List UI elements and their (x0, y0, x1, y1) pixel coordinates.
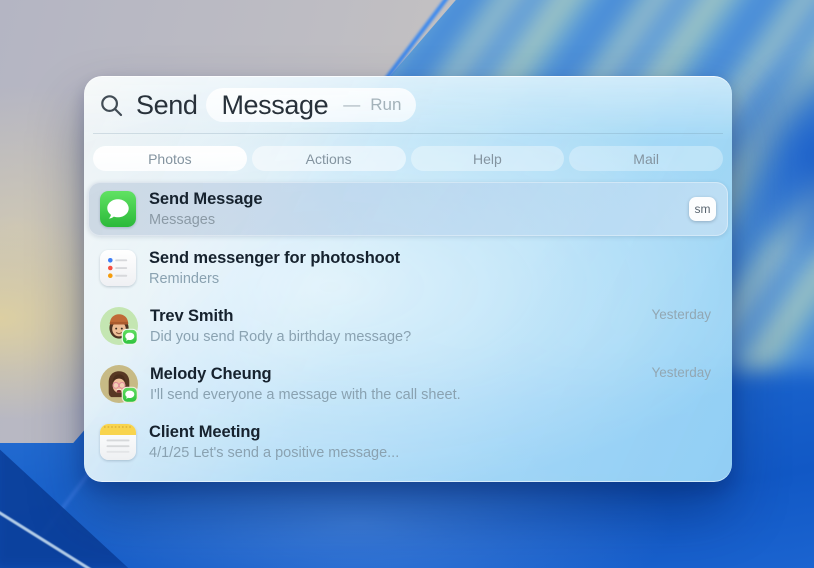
search-completion-pill[interactable]: Message — Run (206, 88, 417, 122)
shortcut-badge: sm (689, 197, 716, 221)
messages-badge (121, 386, 138, 403)
completion-separator: — (343, 95, 361, 114)
result-row-trev-smith[interactable]: Trev Smith Did you send Rody a birthday … (88, 297, 728, 355)
result-text: Send messenger for photoshoot Reminders (149, 248, 400, 289)
filter-chip-mail[interactable]: Mail (569, 146, 723, 171)
reminders-app-icon (100, 250, 136, 286)
result-row-reminder[interactable]: Send messenger for photoshoot Reminders (88, 239, 728, 297)
result-subtitle: Reminders (149, 270, 220, 287)
filter-chip-actions[interactable]: Actions (251, 146, 406, 171)
spotlight-panel: Send Message — Run Photos Actions Help M… (84, 76, 732, 482)
notes-app-icon (100, 424, 136, 460)
result-subtitle: Messages (149, 211, 216, 228)
completion-text: Message (221, 89, 329, 120)
contact-avatar-melody (100, 365, 138, 403)
messages-app-icon (100, 191, 136, 227)
magnifier-icon (101, 94, 123, 116)
result-text: Send Message Messages (149, 189, 263, 230)
result-text: Trev Smith Did you send Rody a birthday … (150, 306, 411, 347)
result-title: Client Meeting (149, 422, 261, 441)
result-title: Trev Smith (150, 306, 234, 325)
result-text: Melody Cheung I'll send everyone a messa… (150, 364, 461, 405)
result-subtitle: I'll send everyone a message with the ca… (150, 386, 461, 403)
result-title: Send messenger for photoshoot (149, 248, 401, 267)
filter-chip-photos[interactable]: Photos (93, 146, 247, 171)
search-results-list: Send Message Messages sm Send messenger … (88, 182, 728, 471)
search-input[interactable]: Send Message — Run (97, 85, 719, 125)
result-title: Melody Cheung (150, 364, 272, 383)
result-title: Send Message (149, 189, 263, 208)
messages-badge (121, 328, 138, 345)
contact-avatar-trev (100, 307, 138, 345)
result-text: Client Meeting 4/1/25 Let's send a posit… (149, 422, 399, 463)
result-row-send-message[interactable]: Send Message Messages sm (88, 182, 728, 236)
result-row-melody-cheung[interactable]: Melody Cheung I'll send everyone a messa… (88, 355, 728, 413)
result-subtitle: Did you send Rody a birthday message? (150, 328, 412, 345)
search-divider (93, 133, 723, 134)
search-query-text[interactable]: Send (136, 90, 198, 121)
result-row-client-meeting[interactable]: Client Meeting 4/1/25 Let's send a posit… (88, 413, 728, 471)
run-action-hint: Run (370, 95, 402, 114)
filter-chip-row: Photos Actions Help Mail (93, 146, 723, 171)
result-timestamp: Yesterday (651, 307, 711, 322)
result-subtitle: 4/1/25 Let's send a positive message... (149, 444, 400, 461)
filter-chip-help[interactable]: Help (410, 146, 565, 171)
result-timestamp: Yesterday (651, 365, 711, 380)
